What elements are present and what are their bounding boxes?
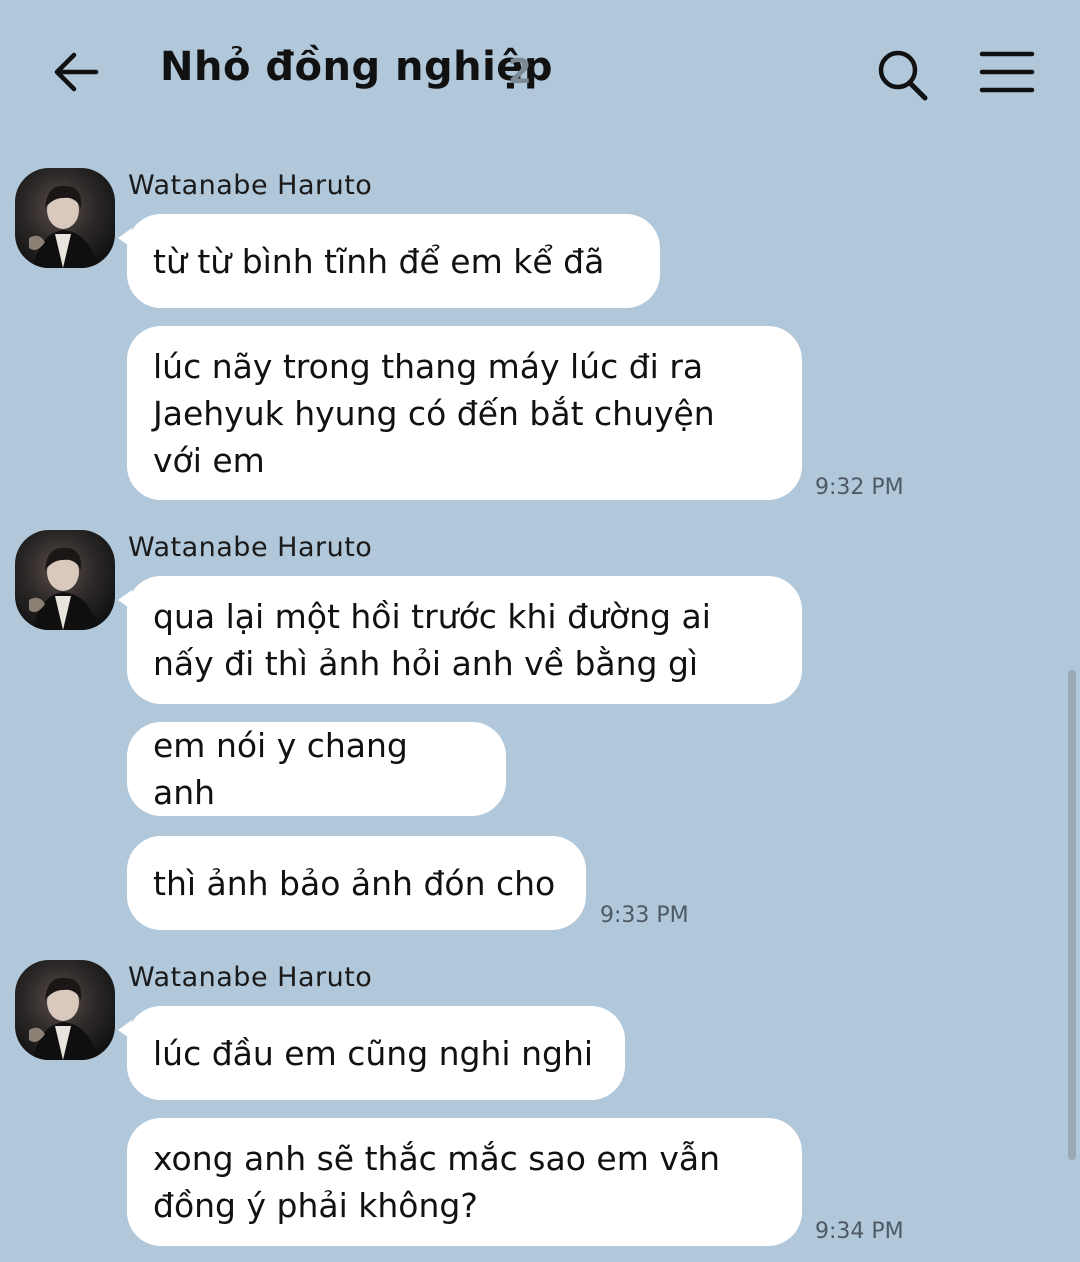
- sender-name: Watanabe Haruto: [128, 962, 373, 993]
- search-icon: [878, 50, 928, 101]
- message-bubble[interactable]: xong anh sẽ thắc mắc sao em vẫn đồng ý p…: [127, 1118, 802, 1246]
- menu-button[interactable]: [978, 48, 1036, 96]
- avatar[interactable]: [15, 168, 115, 268]
- avatar[interactable]: [15, 530, 115, 630]
- chat-header: Nhỏ đồng nghiệp 2: [0, 0, 1080, 140]
- search-button[interactable]: [874, 46, 930, 102]
- avatar[interactable]: [15, 960, 115, 1060]
- message-bubble[interactable]: lúc đầu em cũng nghi nghi: [118, 1006, 625, 1100]
- member-count: 2: [508, 52, 532, 92]
- arrow-left-icon: [54, 52, 99, 92]
- menu-icon: [979, 51, 1035, 93]
- message-timestamp: 9:32 PM: [815, 475, 904, 500]
- sender-name: Watanabe Haruto: [128, 532, 373, 563]
- message-bubble[interactable]: lúc nãy trong thang máy lúc đi ra Jaehyu…: [127, 326, 802, 500]
- message-timestamp: 9:34 PM: [815, 1219, 904, 1244]
- message-bubble[interactable]: từ từ bình tĩnh để em kể đã: [118, 214, 660, 308]
- message-bubble[interactable]: qua lại một hồi trước khi đường ai nấy đ…: [118, 576, 802, 704]
- chat-title: Nhỏ đồng nghiệp: [160, 44, 554, 90]
- back-button[interactable]: [50, 46, 102, 98]
- message-bubble[interactable]: thì ảnh bảo ảnh đón cho: [127, 836, 586, 930]
- sender-name: Watanabe Haruto: [128, 170, 373, 201]
- message-timestamp: 9:33 PM: [600, 903, 689, 928]
- scrollbar[interactable]: [1068, 670, 1076, 1160]
- message-bubble[interactable]: em nói y chang anh: [127, 722, 506, 816]
